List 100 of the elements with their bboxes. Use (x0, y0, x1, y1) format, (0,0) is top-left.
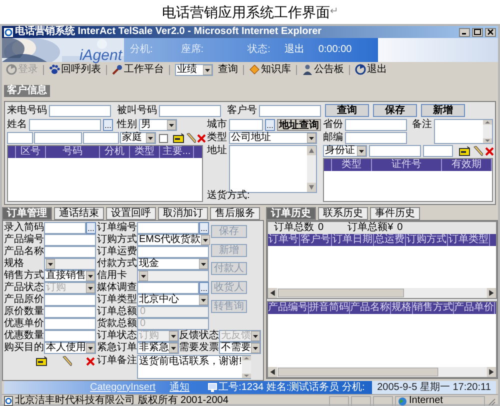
dropdown[interactable]: 不需要 (219, 342, 261, 354)
text-field[interactable] (159, 104, 221, 116)
dropdown[interactable]: 非紧急 (137, 342, 179, 354)
form-button[interactable]: 查询 (325, 104, 369, 117)
form-button[interactable]: 新增 (421, 104, 465, 117)
pencil-icon[interactable] (186, 133, 196, 143)
column-header[interactable]: 证件号 (372, 159, 442, 171)
text-field[interactable] (83, 132, 119, 144)
scrollbar[interactable] (268, 367, 496, 377)
browse-button[interactable]: ... (265, 119, 275, 131)
browse-button[interactable]: ... (199, 282, 209, 294)
cross-icon[interactable] (86, 356, 95, 366)
text-field[interactable] (49, 104, 111, 116)
toolbar-button[interactable]: 查询 (218, 64, 238, 76)
browse-button[interactable]: ... (199, 222, 209, 234)
dropdown[interactable]: EMS代收货款 (137, 234, 209, 246)
column-header[interactable]: 订单日期 (332, 234, 374, 246)
dropdown[interactable]: 男 (139, 119, 177, 131)
card-icon[interactable] (173, 133, 185, 143)
column-header[interactable]: 主要... (160, 146, 194, 158)
text-field[interactable] (44, 318, 96, 330)
text-field[interactable] (44, 222, 86, 234)
text-field[interactable] (44, 246, 96, 258)
column-header[interactable]: 产品名称 (350, 302, 391, 314)
checkbox[interactable] (159, 134, 168, 142)
text-field[interactable] (137, 282, 199, 294)
field-label: 媒体调查 (97, 282, 137, 294)
column-header[interactable]: 区号 (16, 146, 46, 158)
column-header[interactable]: 订单类型 (448, 234, 490, 246)
text-field[interactable] (137, 222, 199, 234)
dropdown[interactable]: 直接销售 (44, 270, 96, 282)
maximize-button[interactable] (472, 28, 483, 36)
dropdown[interactable]: 北京中心 (137, 294, 209, 306)
cross-icon[interactable] (485, 146, 494, 156)
browse-button[interactable]: ... (86, 222, 96, 234)
tab[interactable]: 订单管理 (2, 207, 52, 220)
column-header[interactable]: 订单号 (268, 234, 300, 246)
column-header[interactable]: 订购方式 (406, 234, 448, 246)
close-button[interactable] (485, 28, 496, 36)
form-button[interactable]: 保存 (373, 104, 417, 117)
browse-button[interactable]: ... (103, 119, 113, 131)
dropdown[interactable]: 身份证 (323, 145, 367, 157)
column-header[interactable]: 产品编号 (268, 302, 309, 314)
column-header[interactable]: 分机 (100, 146, 130, 158)
dropdown[interactable]: 业绩 (175, 64, 213, 76)
pencil-icon[interactable] (473, 146, 483, 156)
address-lookup-button[interactable]: 地址查询 (277, 119, 321, 131)
toolbar-button[interactable]: 回呼列表 (49, 64, 101, 76)
resize-grip[interactable] (487, 396, 496, 406)
dropdown[interactable]: 现金 (137, 258, 209, 270)
card-icon[interactable] (459, 146, 471, 156)
toolbar-button[interactable]: 退出 (355, 64, 387, 76)
column-header[interactable]: 号码 (46, 146, 100, 158)
column-header[interactable]: 类型 (332, 159, 372, 171)
tab[interactable]: 事件历史 (370, 207, 420, 220)
card-icon[interactable] (36, 356, 48, 366)
scrollbar[interactable] (483, 120, 492, 143)
column-header[interactable]: 销售方式 (413, 302, 454, 314)
tab[interactable]: 通话结束 (54, 207, 104, 220)
text-field[interactable] (259, 104, 321, 116)
text-field[interactable] (44, 306, 96, 318)
note-field[interactable]: 送货前电话联系，谢谢! (137, 355, 251, 379)
text-field[interactable] (34, 132, 82, 144)
toolbar-button[interactable]: 公告板 (302, 64, 344, 76)
remark-field[interactable] (434, 119, 493, 144)
link[interactable]: 通知 (170, 382, 190, 394)
text-field[interactable] (137, 246, 209, 258)
toolbar-button[interactable]: 知识库 (249, 64, 291, 76)
text-field[interactable] (229, 119, 263, 131)
tab[interactable]: 设置回呼 (106, 207, 156, 220)
scrollbar[interactable] (242, 356, 251, 378)
column-header[interactable]: 总运费 (374, 234, 406, 246)
dropdown[interactable]: 公司地址 (229, 132, 317, 144)
tab[interactable]: 取消加订 (158, 207, 208, 220)
scrollbar[interactable] (268, 288, 496, 298)
text-field[interactable] (7, 132, 33, 144)
text-field[interactable] (44, 234, 96, 246)
text-field[interactable] (29, 119, 101, 131)
tab[interactable]: 联系历史 (318, 207, 368, 220)
tab[interactable]: 订单历史 (266, 207, 316, 220)
text-field[interactable] (44, 330, 96, 342)
text-field[interactable] (369, 145, 421, 157)
text-field[interactable] (345, 132, 407, 144)
dropdown[interactable]: 本人使用 (44, 342, 96, 354)
column-header[interactable]: 客户号 (300, 234, 332, 246)
toolbar-button[interactable]: 工作平台 (112, 64, 164, 76)
tab[interactable]: 售后服务 (210, 207, 260, 220)
scrollbar[interactable] (307, 146, 316, 192)
pencil-icon[interactable] (62, 356, 72, 366)
minimize-button[interactable] (459, 28, 470, 36)
column-header[interactable]: 拼音简码 (309, 302, 350, 314)
text-field[interactable] (345, 119, 407, 131)
dropdown[interactable]: 家庭 (120, 132, 156, 144)
column-header[interactable]: 产品单价 (454, 302, 495, 314)
column-header[interactable]: 有效期 (442, 159, 492, 171)
text-field[interactable] (44, 294, 96, 306)
column-header[interactable]: 类型 (130, 146, 160, 158)
column-header[interactable]: 规格 (391, 302, 413, 314)
text-field[interactable] (423, 145, 453, 157)
cross-icon[interactable] (197, 134, 206, 142)
